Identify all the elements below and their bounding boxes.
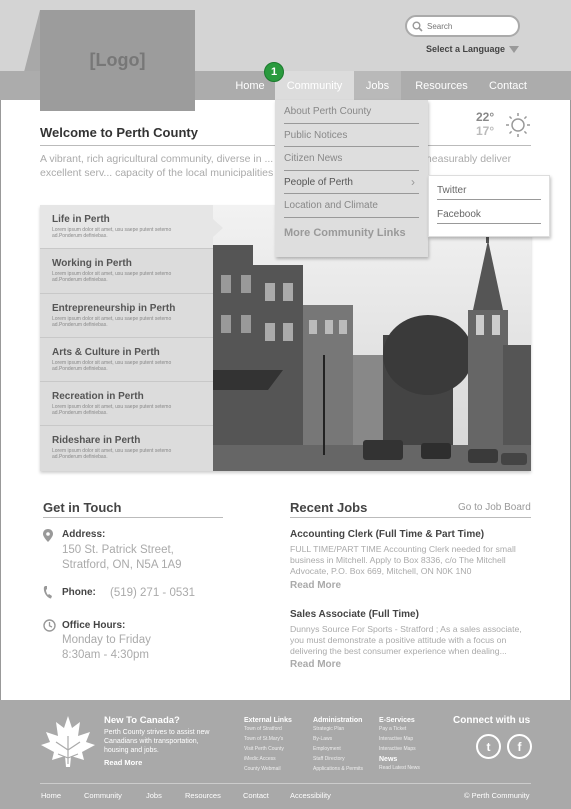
job-title[interactable]: Sales Associate (Full Time): [290, 609, 419, 620]
temp-low: 17°: [476, 124, 495, 138]
hours-days: Monday to Friday: [62, 634, 151, 646]
nav-jobs[interactable]: Jobs: [354, 71, 401, 100]
footer-link[interactable]: Pay a Ticket: [379, 724, 420, 734]
footer-column-external: External Links Town of Stratford Town of…: [244, 717, 292, 774]
divider: [43, 517, 223, 518]
address-line-2: Stratford, ON, N5A 1A9: [62, 559, 182, 571]
search-input[interactable]: [427, 21, 507, 31]
step-badge: 1: [264, 62, 284, 82]
language-select[interactable]: Select a Language: [426, 44, 520, 54]
read-more-link[interactable]: Read More: [290, 659, 341, 670]
footer-nav-contact[interactable]: Contact: [243, 791, 269, 800]
read-more-link[interactable]: Read More: [290, 580, 341, 591]
logo[interactable]: [Logo]: [40, 10, 195, 111]
connect-heading: Connect with us: [453, 715, 531, 726]
location-pin-icon: [43, 529, 53, 542]
footer-link[interactable]: Strategic Plan: [313, 724, 363, 734]
sidebar-item-entrepreneurship[interactable]: Entrepreneurship in Perth Lorem ipsum do…: [40, 293, 213, 338]
footer-nav-jobs[interactable]: Jobs: [146, 791, 162, 800]
sidebar-item-life[interactable]: Life in Perth Lorem ipsum dolor sit amet…: [40, 205, 213, 250]
search-box[interactable]: [405, 15, 520, 37]
address-label: Address:: [62, 529, 106, 540]
menu-item-more[interactable]: More Community Links: [284, 218, 419, 239]
nav-contact[interactable]: Contact: [482, 71, 534, 100]
contact-heading: Get in Touch: [43, 500, 122, 515]
sidebar-item-arts[interactable]: Arts & Culture in Perth Lorem ipsum dolo…: [40, 337, 213, 383]
job-title[interactable]: Accounting Clerk (Full Time & Part Time): [290, 529, 484, 540]
people-submenu: Twitter Facebook: [428, 175, 550, 237]
sun-icon: [506, 113, 530, 137]
hours-times: 8:30am - 4:30pm: [62, 649, 149, 661]
nav-resources[interactable]: Resources: [408, 71, 475, 100]
menu-item-notices[interactable]: Public Notices: [284, 124, 419, 147]
newcomer-read-more[interactable]: Read More: [104, 758, 142, 767]
newcomer-desc: Perth County strives to assist new Canad…: [104, 729, 210, 754]
footer-nav-accessibility[interactable]: Accessibility: [290, 791, 331, 800]
phone-number[interactable]: (519) 271 - 0531: [110, 586, 195, 601]
community-sidebar: Life in Perth Lorem ipsum dolor sit amet…: [40, 205, 213, 471]
footer-nav-resources[interactable]: Resources: [185, 791, 221, 800]
copyright: © Perth Community: [464, 791, 530, 800]
footer-link[interactable]: Staff Directory: [313, 754, 363, 764]
maple-leaf-icon: [41, 716, 95, 767]
footer-link[interactable]: iMedic Access: [244, 754, 292, 764]
footer-link[interactable]: Applications & Permits: [313, 764, 363, 774]
footer-link[interactable]: Read Latest News: [379, 763, 420, 773]
sidebar-item-recreation[interactable]: Recreation in Perth Lorem ipsum dolor si…: [40, 382, 213, 427]
job-board-link[interactable]: Go to Job Board: [458, 502, 531, 513]
footer-link[interactable]: Employment: [313, 744, 363, 754]
job-desc: Dunnys Source For Sports - Stratford ; A…: [290, 624, 522, 656]
twitter-icon[interactable]: t: [476, 734, 501, 759]
footer-link[interactable]: Interactive Map: [379, 734, 420, 744]
footer-link[interactable]: Town of St.Mary's: [244, 734, 292, 744]
recent-jobs-heading: Recent Jobs: [290, 500, 368, 515]
footer-link[interactable]: Visit Perth County: [244, 744, 292, 754]
active-indicator-arrow: [213, 219, 223, 237]
facebook-icon[interactable]: f: [507, 734, 532, 759]
menu-item-people[interactable]: People of Perth ›: [284, 171, 419, 194]
sidebar-item-rideshare[interactable]: Rideshare in Perth Lorem ipsum dolor sit…: [40, 426, 213, 471]
phone-label: Phone:: [62, 587, 96, 598]
footer-link[interactable]: County Webmail: [244, 764, 292, 774]
footer-nav-home[interactable]: Home: [41, 791, 61, 800]
submenu-item-twitter[interactable]: Twitter: [437, 176, 541, 200]
divider: [290, 517, 531, 518]
sidebar-item-working[interactable]: Working in Perth Lorem ipsum dolor sit a…: [40, 249, 213, 294]
footer-link[interactable]: Interactive Maps: [379, 744, 420, 754]
newcomer-title: New To Canada?: [104, 715, 180, 726]
hours-label: Office Hours:: [62, 620, 126, 631]
submenu-item-facebook[interactable]: Facebook: [437, 200, 541, 224]
weather-widget: 22° 17°: [476, 110, 494, 138]
menu-item-about[interactable]: About Perth County: [284, 100, 419, 124]
clock-icon: [43, 619, 56, 632]
temp-high: 22°: [476, 110, 495, 124]
menu-item-location[interactable]: Location and Climate: [284, 194, 419, 218]
nav-community[interactable]: Community: [275, 71, 354, 100]
footer-link[interactable]: Town of Stratford: [244, 724, 292, 734]
community-dropdown: About Perth County Public Notices Citize…: [275, 100, 428, 257]
job-desc: FULL TIME/PART TIME Accounting Clerk nee…: [290, 544, 516, 576]
footer-column-admin: Administration Strategic Plan By-Laws Em…: [313, 717, 364, 774]
footer-link[interactable]: By-Laws: [313, 734, 363, 744]
address-line-1: 150 St. Patrick Street,: [62, 544, 174, 556]
menu-item-news[interactable]: Citizen News: [284, 147, 419, 171]
chevron-right-icon: ›: [411, 174, 415, 189]
chevron-down-icon: [509, 45, 520, 53]
footer-nav-community[interactable]: Community: [84, 791, 122, 800]
footer-divider: [40, 783, 531, 784]
footer-column-eservices: E-Services Pay a Ticket Interactive Map …: [379, 717, 420, 773]
search-icon: [412, 21, 423, 32]
page-title: Welcome to Perth County: [40, 125, 198, 140]
phone-icon: [43, 586, 52, 599]
